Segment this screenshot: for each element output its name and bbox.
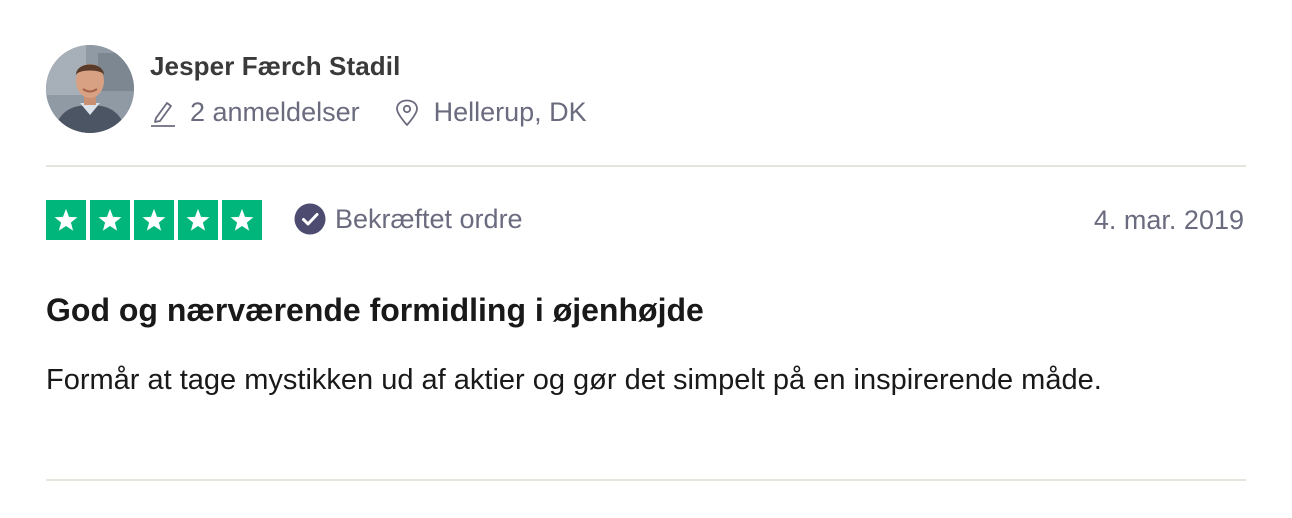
reviews-count-label: 2 anmeldelser bbox=[190, 97, 360, 127]
review-body: Formår at tage mystikken ud af aktier og… bbox=[46, 364, 1102, 396]
star-icon bbox=[46, 200, 86, 240]
reviewer-name[interactable]: Jesper Færch Stadil bbox=[150, 51, 400, 82]
reviewer-header: Jesper Færch Stadil 2 anmeldelser Heller… bbox=[46, 45, 1246, 133]
location-label: Hellerup, DK bbox=[433, 97, 587, 127]
rating-row: Bekræftet ordre 4. mar. 2019 bbox=[46, 200, 1246, 240]
reviews-count: 2 anmeldelser bbox=[150, 97, 360, 128]
check-circle-icon bbox=[294, 203, 326, 235]
reviewer-avatar[interactable] bbox=[46, 45, 134, 133]
review-date: 4. mar. 2019 bbox=[1093, 205, 1244, 235]
review-title[interactable]: God og nærværende formidling i øjenhøjde bbox=[46, 292, 704, 329]
star-icon bbox=[222, 200, 262, 240]
star-icon bbox=[178, 200, 218, 240]
star-rating bbox=[46, 200, 262, 240]
pencil-icon bbox=[150, 99, 176, 127]
location-pin-icon bbox=[394, 99, 420, 127]
reviewer-location: Hellerup, DK bbox=[394, 97, 587, 128]
verified-label: Bekræftet ordre bbox=[335, 203, 523, 234]
reviewer-meta: 2 anmeldelser Hellerup, DK bbox=[150, 97, 587, 128]
divider bbox=[46, 479, 1246, 481]
review-card: Jesper Færch Stadil 2 anmeldelser Heller… bbox=[46, 0, 1246, 518]
verified-order-badge[interactable]: Bekræftet ordre bbox=[294, 203, 523, 235]
star-icon bbox=[134, 200, 174, 240]
divider bbox=[46, 165, 1246, 167]
star-icon bbox=[90, 200, 130, 240]
